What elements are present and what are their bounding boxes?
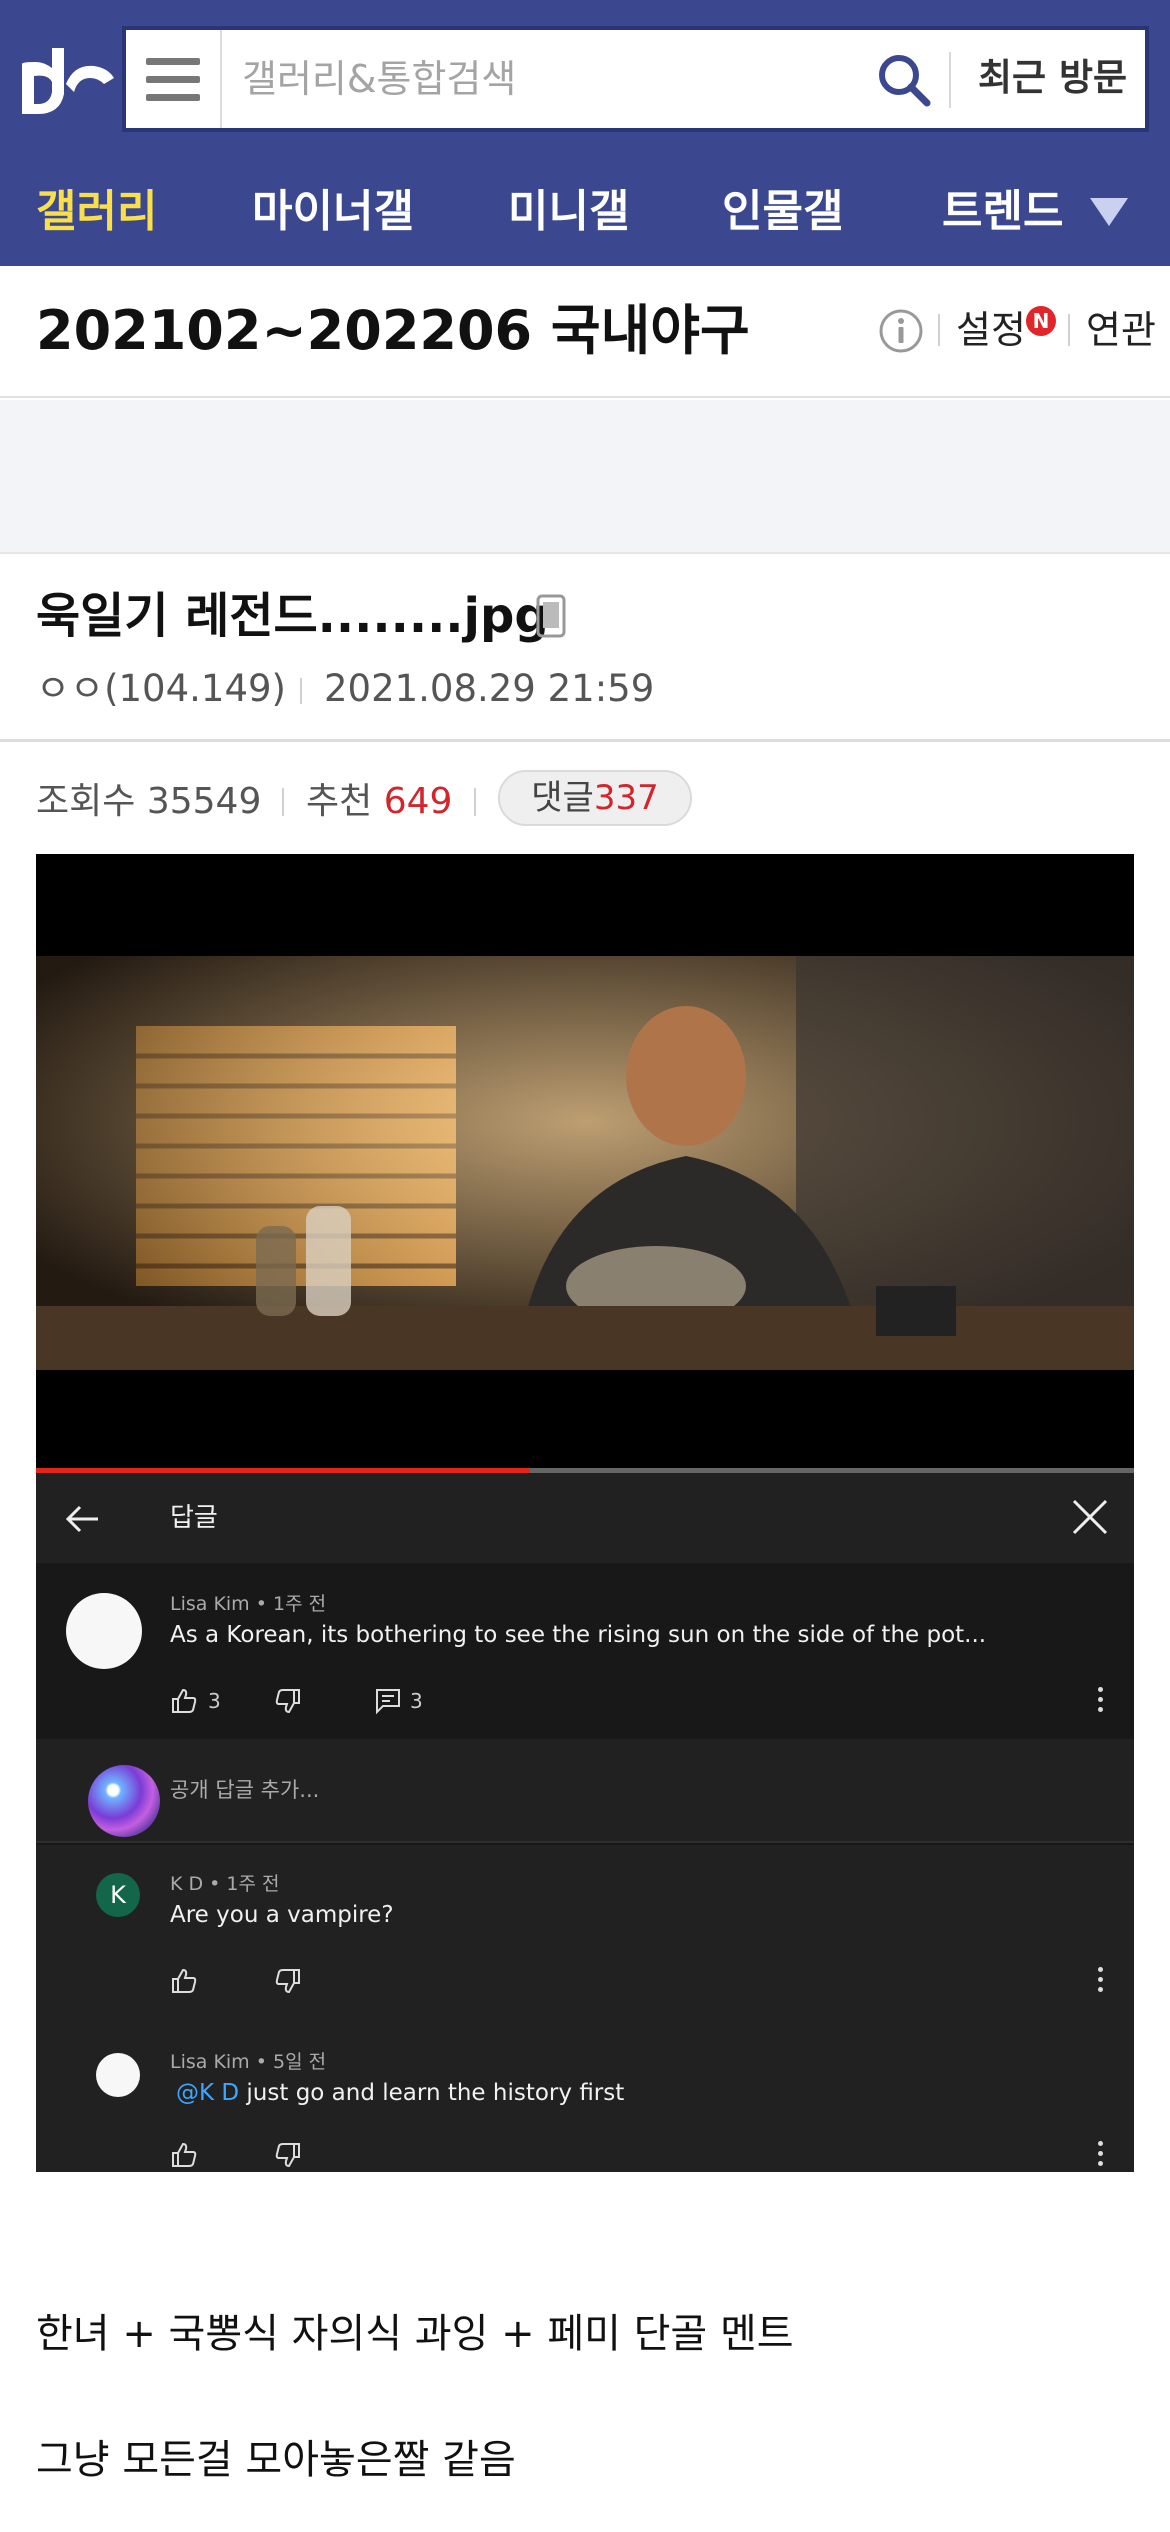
more-vert-icon[interactable] xyxy=(1096,2141,1104,2171)
top-header: 최근 방문 xyxy=(0,0,1170,158)
search-input[interactable] xyxy=(242,52,862,106)
hamburger-menu-icon[interactable] xyxy=(126,30,222,128)
comment-body: just go and learn the history first xyxy=(246,2080,625,2106)
divider xyxy=(474,788,476,816)
comment-actions: 3 3 xyxy=(170,1681,1070,1721)
thumbs-down-icon[interactable] xyxy=(274,1967,302,1995)
view-count: 조회수 35549 xyxy=(36,774,261,830)
post-body-line: 그냥 모든걸 모아놓은짤 같음 xyxy=(36,2437,516,2483)
gallery-nav: 갤러리 마이너갤 미니갤 인물갤 트렌드 xyxy=(0,158,1170,266)
avatar[interactable]: K xyxy=(96,1873,140,1917)
search-icon[interactable] xyxy=(874,50,934,110)
close-icon[interactable] xyxy=(1070,1497,1110,1537)
nav-tab-gallery[interactable]: 갤러리 xyxy=(36,182,157,242)
post-body-line: 한녀 + 국뽕식 자의식 과잉 + 페미 단골 멘트 xyxy=(36,2311,794,2357)
like-count: 3 xyxy=(208,1689,221,1713)
comment-text: @K D just go and learn the history first xyxy=(176,2077,624,2109)
nav-tab-person-gallery[interactable]: 인물갤 xyxy=(722,182,843,242)
avatar[interactable] xyxy=(66,1593,142,1669)
post-stats: 조회수 35549 추천 649 댓글337 xyxy=(0,770,1170,836)
more-vert-icon[interactable] xyxy=(1096,1967,1104,1997)
recommend-count: 추천 649 xyxy=(306,774,452,830)
comment-text: Are you a vampire? xyxy=(170,1902,394,1928)
more-vert-icon[interactable] xyxy=(1096,1687,1104,1717)
mention-link[interactable]: @K D xyxy=(176,2080,239,2106)
related-link[interactable]: 연관 xyxy=(1086,302,1156,358)
divider xyxy=(938,314,940,346)
video-frame xyxy=(36,854,1134,1473)
thumbs-up-icon[interactable] xyxy=(170,2141,198,2169)
video-still-image xyxy=(36,956,1134,1370)
chevron-down-icon[interactable] xyxy=(1090,198,1128,226)
thumbs-up-icon[interactable] xyxy=(170,1967,198,1995)
view-count-label: 조회수 xyxy=(36,781,136,822)
reply-count: 3 xyxy=(410,1689,423,1713)
recommend-value: 649 xyxy=(383,781,453,822)
divider xyxy=(300,678,302,704)
comment-meta: Lisa Kim • 1주 전 xyxy=(170,1593,327,1615)
divider xyxy=(1068,314,1070,346)
back-arrow-icon[interactable] xyxy=(62,1499,102,1539)
post-author[interactable]: ㅇㅇ(104.149) xyxy=(36,662,286,716)
comment-meta: Lisa Kim • 5일 전 xyxy=(170,2051,327,2073)
recent-visit-button[interactable]: 최근 방문 xyxy=(978,50,1127,106)
add-reply-input[interactable]: 공개 답글 추가... xyxy=(170,1775,319,1805)
gallery-title[interactable]: 202102~202206 국내야구 xyxy=(36,296,750,366)
nav-tab-trend[interactable]: 트렌드 xyxy=(942,182,1063,242)
add-reply-bar[interactable]: 공개 답글 추가... xyxy=(36,1739,1134,1843)
post-title: 욱일기 레전드........jpg xyxy=(36,588,549,644)
nav-tab-mini-gallery[interactable]: 미니갤 xyxy=(508,182,629,242)
reply-icon[interactable] xyxy=(374,1687,402,1715)
thumbs-down-icon[interactable] xyxy=(274,1687,302,1715)
view-count-value: 35549 xyxy=(146,781,262,822)
comment-actions xyxy=(170,1961,470,2001)
ad-banner-area xyxy=(0,400,1170,552)
avatar xyxy=(88,1765,160,1837)
settings-link[interactable]: 설정 xyxy=(956,302,1026,358)
thumbs-down-icon[interactable] xyxy=(274,2141,302,2169)
new-badge: N xyxy=(1026,306,1056,336)
reply-panel-title: 답글 xyxy=(170,1503,218,1533)
thumbs-up-icon[interactable] xyxy=(170,1687,198,1715)
recommend-label: 추천 xyxy=(306,781,373,822)
comment-text: As a Korean, its bothering to see the ri… xyxy=(170,1622,987,1648)
reply-list: K K D • 1주 전 Are you a vampire? Lisa Kim… xyxy=(36,1845,1134,2172)
dc-logo-icon[interactable] xyxy=(14,34,118,124)
mobile-icon xyxy=(536,594,566,638)
gallery-title-bar: 202102~202206 국내야구 설정 N 연관 xyxy=(0,266,1170,398)
comment-actions xyxy=(170,2135,470,2172)
comment-meta: K D • 1주 전 xyxy=(170,1873,280,1895)
comment-count-button[interactable]: 댓글337 xyxy=(498,770,692,826)
search-box: 최근 방문 xyxy=(122,26,1149,132)
main-comment: Lisa Kim • 1주 전 As a Korean, its botheri… xyxy=(36,1563,1134,1739)
avatar[interactable] xyxy=(96,2053,140,2097)
post-image[interactable]: 답글 Lisa Kim • 1주 전 As a Korean, its both… xyxy=(36,854,1134,2172)
divider xyxy=(282,788,284,816)
post-date: 2021.08.29 21:59 xyxy=(324,667,655,710)
comment-label: 댓글 xyxy=(531,778,594,818)
comment-count: 337 xyxy=(593,778,659,818)
post-header: 욱일기 레전드........jpg ㅇㅇ(104.149) 2021.08.2… xyxy=(0,552,1170,742)
search-divider xyxy=(949,52,951,108)
reply-panel-header: 답글 xyxy=(36,1473,1134,1563)
nav-tab-minor-gallery[interactable]: 마이너갤 xyxy=(252,182,414,242)
info-icon[interactable] xyxy=(878,308,924,354)
